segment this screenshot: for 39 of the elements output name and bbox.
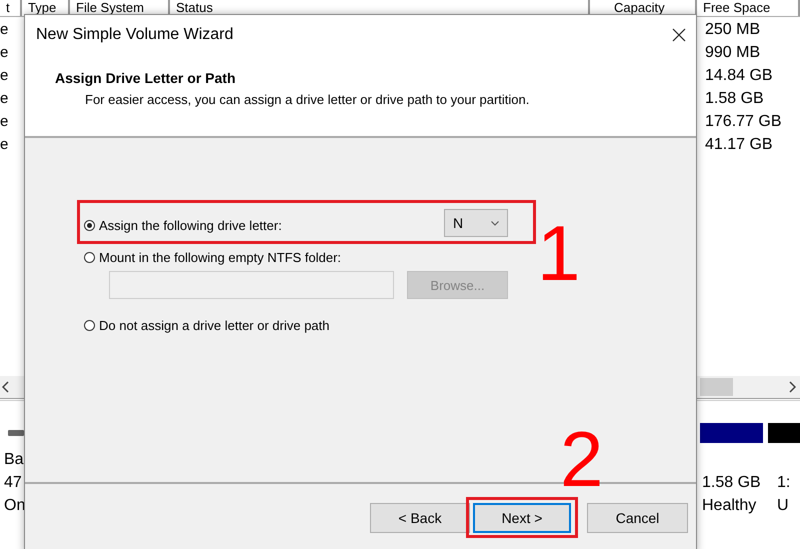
table-cell: 176.77 GB bbox=[705, 112, 782, 132]
table-cell: 41.17 GB bbox=[705, 135, 773, 155]
radio-button[interactable] bbox=[84, 220, 95, 231]
table-cell: e bbox=[0, 66, 8, 86]
caret-icon bbox=[491, 220, 499, 226]
partition-label: 1.58 GB bbox=[702, 473, 761, 493]
radio-button[interactable] bbox=[84, 320, 95, 331]
close-icon[interactable] bbox=[672, 28, 686, 42]
page-heading: Assign Drive Letter or Path bbox=[55, 70, 236, 86]
disk-label: Ba bbox=[4, 450, 24, 470]
partition-label: 1: bbox=[777, 473, 790, 493]
table-cell: e bbox=[0, 20, 8, 40]
table-cell: 1.58 GB bbox=[705, 89, 764, 109]
partition-label: U bbox=[777, 496, 789, 516]
step-number: 1 bbox=[537, 214, 580, 292]
table-cell: e bbox=[0, 135, 8, 155]
disk-label: On bbox=[4, 496, 26, 516]
table-cell: e bbox=[0, 43, 8, 63]
page-description: For easier access, you can assign a drive letter or drive path to your partition. bbox=[85, 92, 530, 107]
table-cell: 250 MB bbox=[705, 20, 760, 40]
disk-label: 47 bbox=[4, 473, 22, 493]
step-number: 2 bbox=[560, 420, 604, 498]
option-label[interactable]: Assign the following drive letter: bbox=[99, 218, 282, 233]
wizard-button[interactable]: < Back bbox=[370, 503, 470, 533]
scroll-right-icon[interactable] bbox=[788, 381, 796, 393]
partition-label: Healthy bbox=[702, 496, 756, 516]
scroll-left-icon[interactable] bbox=[2, 381, 10, 393]
wizard-button[interactable]: Next > bbox=[473, 503, 571, 533]
option-label[interactable]: Do not assign a drive letter or drive path bbox=[99, 318, 330, 333]
unallocated-bar bbox=[768, 423, 800, 443]
table-cell: 990 MB bbox=[705, 43, 760, 63]
wizard-button[interactable]: Cancel bbox=[587, 503, 688, 533]
table-cell: e bbox=[0, 89, 8, 109]
drive-letter-dropdown[interactable]: N bbox=[444, 209, 508, 237]
window-title: New Simple Volume Wizard bbox=[36, 26, 234, 44]
partition-bar bbox=[700, 423, 763, 443]
table-cell: e bbox=[0, 112, 8, 132]
table-cell: 14.84 GB bbox=[705, 66, 773, 86]
column-header[interactable]: t bbox=[0, 0, 22, 16]
